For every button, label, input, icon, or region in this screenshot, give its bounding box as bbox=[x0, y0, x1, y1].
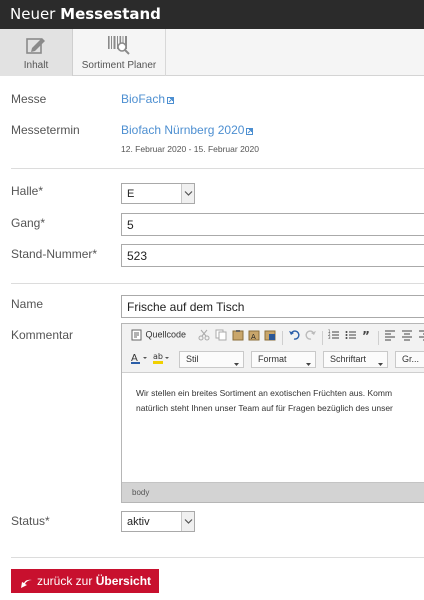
toolbar-row-2: A ab Stil Format Schriftart Gr... bbox=[122, 348, 424, 372]
messetermin-label: Messetermin bbox=[11, 123, 80, 137]
source-button-label: Quellcode bbox=[145, 329, 187, 340]
messetermin-link[interactable]: Biofach Nürnberg 2020 bbox=[121, 123, 254, 138]
halle-select-value: E bbox=[127, 188, 135, 200]
gang-input-value: 5 bbox=[127, 218, 134, 232]
back-arrow-icon bbox=[20, 576, 33, 594]
gang-input[interactable]: 5 bbox=[121, 213, 424, 236]
cut-icon[interactable] bbox=[198, 329, 210, 347]
page-title: Neuer Messestand bbox=[10, 4, 161, 24]
tab-label: Inhalt bbox=[23, 60, 49, 71]
gang-label: Gang* bbox=[11, 216, 46, 230]
font-dropdown-value: Schriftart bbox=[330, 354, 367, 364]
align-right-icon[interactable] bbox=[418, 329, 424, 347]
editor-path-bar: body bbox=[122, 482, 424, 502]
align-left-icon[interactable] bbox=[384, 329, 396, 347]
copy-icon[interactable] bbox=[215, 329, 227, 347]
barcode-scan-icon bbox=[105, 33, 133, 61]
paste-text-icon[interactable]: A bbox=[248, 329, 260, 347]
external-link-icon bbox=[167, 93, 175, 107]
redo-icon[interactable] bbox=[305, 329, 317, 347]
messe-link-text: BioFach bbox=[121, 92, 166, 106]
svg-text:3: 3 bbox=[328, 335, 331, 340]
source-button[interactable]: Quellcode bbox=[131, 329, 186, 347]
editor-content-line: natürlich steht Ihnen unser Team auf für… bbox=[136, 403, 393, 413]
kommentar-label: Kommentar bbox=[11, 328, 74, 342]
stand-nummer-input-value: 523 bbox=[127, 249, 148, 263]
toolbar-separator bbox=[282, 331, 283, 345]
caret-down-icon bbox=[234, 358, 239, 368]
undo-icon[interactable] bbox=[288, 329, 300, 347]
messetermin-link-text: Biofach Nürnberg 2020 bbox=[121, 123, 245, 137]
tab-sortiment-planer[interactable]: Sortiment Planer bbox=[73, 29, 166, 76]
page-title-bold: Messestand bbox=[60, 5, 161, 23]
external-link-icon bbox=[246, 124, 254, 138]
rich-text-editor[interactable]: Quellcode A 123 ” A ab Stil Format Schri… bbox=[121, 323, 424, 503]
tab-bar: Inhalt Sortiment Planer bbox=[0, 29, 424, 76]
paste-icon[interactable] bbox=[232, 329, 244, 347]
status-select[interactable]: aktiv bbox=[121, 511, 195, 532]
bulleted-list-icon[interactable] bbox=[345, 329, 357, 347]
name-label: Name bbox=[11, 297, 44, 311]
page-title-prefix: Neuer bbox=[10, 5, 56, 23]
name-input[interactable]: Frische auf dem Tisch bbox=[121, 295, 424, 318]
tab-inhalt[interactable]: Inhalt bbox=[0, 29, 73, 76]
halle-select[interactable]: E bbox=[121, 183, 195, 204]
chevron-down-icon bbox=[181, 184, 194, 203]
align-center-icon[interactable] bbox=[401, 329, 413, 347]
name-input-value: Frische auf dem Tisch bbox=[127, 300, 245, 314]
highlight-color-icon[interactable]: ab bbox=[153, 351, 171, 369]
caret-down-icon bbox=[306, 358, 311, 368]
messe-label: Messe bbox=[11, 92, 47, 106]
status-label: Status* bbox=[11, 514, 50, 528]
paste-word-icon[interactable] bbox=[264, 329, 276, 347]
back-button-label: zurück zur Übersicht bbox=[37, 574, 151, 588]
chevron-down-icon bbox=[181, 512, 194, 531]
editor-content[interactable]: Wir stellen ein breites Sortiment an exo… bbox=[136, 386, 393, 416]
divider bbox=[11, 557, 424, 558]
numbered-list-icon[interactable]: 123 bbox=[328, 329, 340, 347]
divider bbox=[11, 283, 424, 284]
back-to-overview-button[interactable]: zurück zur Übersicht bbox=[11, 569, 159, 593]
svg-text:ab: ab bbox=[153, 352, 163, 361]
tab-label: Sortiment Planer bbox=[81, 60, 157, 71]
caret-down-icon bbox=[378, 358, 383, 368]
title-bar: Neuer Messestand bbox=[0, 0, 424, 29]
svg-text:A: A bbox=[251, 333, 256, 341]
halle-label: Halle* bbox=[11, 184, 44, 198]
size-dropdown-value: Gr... bbox=[402, 354, 420, 364]
editor-path-element[interactable]: body bbox=[132, 488, 149, 497]
editor-toolbar: Quellcode A 123 ” A ab Stil Format Schri… bbox=[122, 324, 424, 373]
toolbar-separator bbox=[322, 331, 323, 345]
svg-text:”: ” bbox=[362, 329, 370, 341]
blockquote-icon[interactable]: ” bbox=[362, 329, 374, 347]
toolbar-separator bbox=[378, 331, 379, 345]
status-select-value: aktiv bbox=[127, 516, 150, 528]
style-dropdown-value: Stil bbox=[186, 354, 199, 364]
back-button-bold: Übersicht bbox=[95, 574, 152, 588]
back-button-prefix: zurück zur bbox=[37, 574, 93, 588]
stand-nummer-label: Stand-Nummer* bbox=[11, 247, 98, 261]
size-dropdown[interactable]: Gr... bbox=[395, 351, 424, 368]
messe-link[interactable]: BioFach bbox=[121, 92, 175, 107]
format-dropdown-value: Format bbox=[258, 354, 287, 364]
edit-icon bbox=[24, 33, 48, 61]
style-dropdown[interactable]: Stil bbox=[179, 351, 244, 368]
messetermin-dates: 12. Februar 2020 - 15. Februar 2020 bbox=[121, 144, 259, 154]
font-dropdown[interactable]: Schriftart bbox=[323, 351, 388, 368]
text-color-icon[interactable]: A bbox=[131, 351, 149, 369]
stand-nummer-input[interactable]: 523 bbox=[121, 244, 424, 267]
editor-content-line: Wir stellen ein breites Sortiment an exo… bbox=[136, 388, 393, 398]
divider bbox=[11, 168, 424, 169]
format-dropdown[interactable]: Format bbox=[251, 351, 316, 368]
toolbar-row-1: Quellcode A 123 ” bbox=[122, 326, 424, 350]
